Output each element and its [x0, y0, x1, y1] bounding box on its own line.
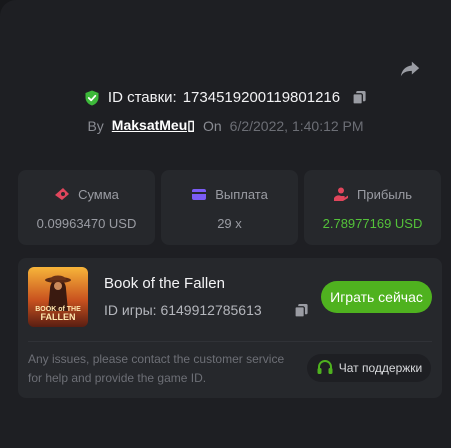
stat-card-payout: Выплата 29 x — [161, 170, 298, 245]
bet-details-panel: ID ставки: 1734519200119801216 By Maksat… — [0, 0, 451, 448]
on-label: On — [202, 117, 222, 134]
verified-shield-icon — [85, 90, 99, 105]
share-icon[interactable] — [398, 58, 422, 80]
stat-card-profit: Прибыль 2.78977169 USD — [304, 170, 441, 245]
profit-hand-icon — [334, 187, 348, 201]
stat-value: 0.09963470 USD — [36, 216, 137, 231]
divider — [28, 341, 432, 342]
support-hint-text: Any issues, please contact the customer … — [28, 352, 285, 385]
bet-amount-icon — [55, 188, 70, 200]
stat-value: 29 x — [217, 216, 242, 231]
stat-label: Сумма — [78, 186, 119, 202]
play-now-button[interactable]: Играть сейчас — [321, 281, 432, 313]
copy-bet-id-icon[interactable] — [352, 90, 367, 105]
wallet-icon — [192, 189, 207, 200]
stat-label: Прибыль — [357, 186, 412, 202]
svg-text:FALLEN: FALLEN — [41, 312, 76, 322]
headset-icon — [317, 359, 333, 374]
game-thumbnail[interactable]: BOOK of THE FALLEN — [28, 267, 88, 327]
stat-card-amount: Сумма 0.09963470 USD — [18, 170, 155, 245]
bet-timestamp: 6/2/2022, 1:40:12 PM — [229, 117, 364, 134]
game-title[interactable]: Book of the Fallen — [104, 275, 225, 292]
game-card: BOOK of THE FALLEN Book of the Fallen ID… — [18, 258, 442, 398]
bet-id-value: 1734519200119801216 — [182, 89, 341, 106]
support-chat-label: Чат поддержки — [338, 361, 423, 375]
game-id: ID игры: 6149912785613 — [104, 302, 262, 318]
bet-stats: Сумма 0.09963470 USD Выплата 29 x Прибыл… — [18, 170, 441, 245]
support-chat-button[interactable]: Чат поддержки — [307, 354, 431, 382]
bet-id-label: ID ставки: — [107, 89, 177, 106]
copy-game-id-icon[interactable] — [294, 303, 309, 318]
stat-value: 2.78977169 USD — [322, 216, 423, 231]
bet-author-row: By MaksatMeu▯ On 6/2/2022, 1:40:12 PM — [0, 117, 451, 134]
username-link[interactable]: MaksatMeu▯ — [112, 117, 195, 134]
by-label: By — [87, 117, 104, 134]
stat-label: Выплата — [215, 186, 268, 202]
bet-id-row: ID ставки: 1734519200119801216 — [0, 89, 451, 106]
